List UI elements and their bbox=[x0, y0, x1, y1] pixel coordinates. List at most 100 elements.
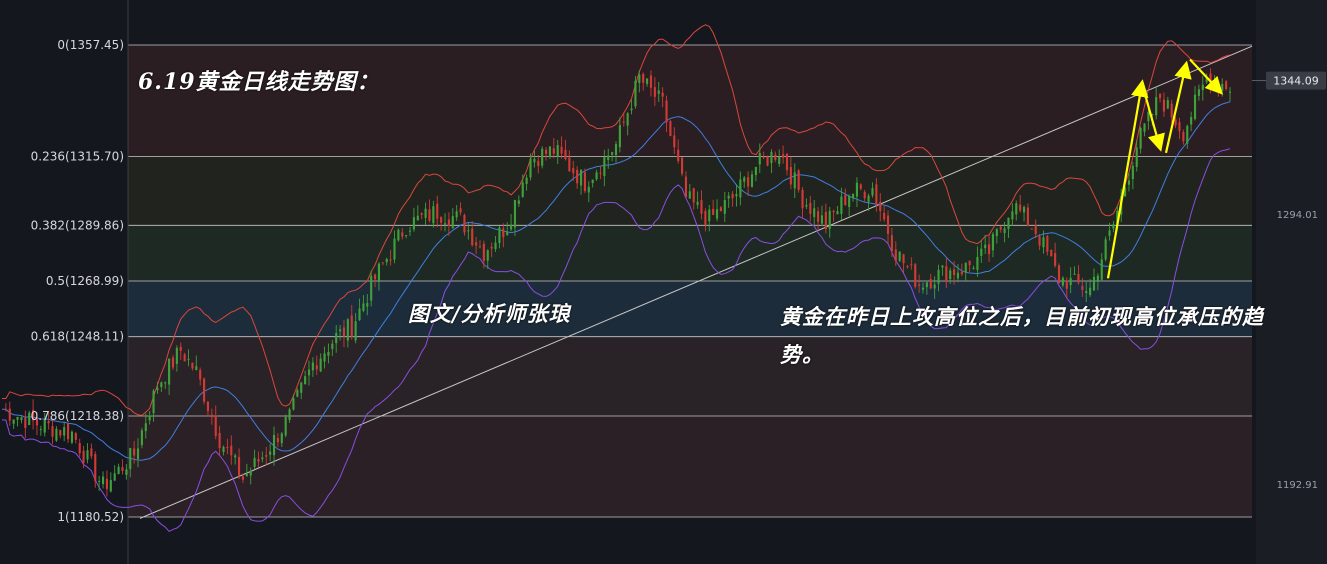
candle-body bbox=[1155, 97, 1158, 116]
candle bbox=[1050, 249, 1053, 257]
candle-body bbox=[933, 284, 936, 289]
candle bbox=[121, 459, 124, 475]
candle-body bbox=[311, 362, 314, 371]
candle-body bbox=[696, 201, 699, 205]
candle-body bbox=[918, 284, 921, 286]
fib-zone-2 bbox=[128, 225, 1252, 281]
candle-body bbox=[1143, 123, 1146, 132]
candle-body bbox=[490, 246, 493, 249]
candle-body bbox=[1057, 265, 1061, 284]
candle-body bbox=[793, 172, 796, 189]
candle-body bbox=[700, 200, 703, 214]
candle-body bbox=[416, 215, 419, 221]
candle bbox=[117, 463, 120, 475]
candle-body bbox=[766, 156, 769, 166]
candle-body bbox=[735, 194, 738, 197]
candle-body bbox=[541, 148, 544, 166]
candle bbox=[55, 426, 58, 442]
candle-body bbox=[984, 244, 987, 249]
candle-body bbox=[436, 203, 439, 219]
candle-body bbox=[894, 249, 897, 261]
candle-body bbox=[412, 217, 415, 230]
candle-body bbox=[611, 152, 614, 155]
candle-body bbox=[234, 455, 237, 458]
candle-body bbox=[307, 369, 311, 376]
candle-body bbox=[564, 149, 567, 160]
candle-body bbox=[863, 191, 866, 199]
candle bbox=[1057, 263, 1061, 284]
candle bbox=[59, 429, 62, 439]
candle-body bbox=[1069, 277, 1072, 286]
candle-body bbox=[630, 108, 633, 111]
candle-body bbox=[510, 224, 513, 230]
candle-body bbox=[199, 369, 202, 380]
y-tick-0: 1294.01 bbox=[1277, 210, 1318, 221]
candle-body bbox=[715, 209, 719, 219]
candle bbox=[66, 422, 70, 444]
candle-body bbox=[451, 216, 454, 229]
candle bbox=[109, 472, 112, 493]
candle-body bbox=[712, 208, 715, 215]
candle-body bbox=[1092, 276, 1096, 291]
candle-body bbox=[638, 74, 641, 84]
candle bbox=[101, 471, 105, 489]
candle-body bbox=[1003, 228, 1006, 233]
candle-body bbox=[945, 266, 948, 283]
candle-body bbox=[622, 121, 625, 123]
candle-body bbox=[105, 478, 108, 490]
analysis-comment: 黄金在昨日上攻高位之后，目前初现高位承压的趋势。 bbox=[780, 304, 1264, 367]
candle-body bbox=[342, 327, 346, 337]
candle-body bbox=[1131, 165, 1134, 179]
candle-body bbox=[855, 182, 859, 197]
candle-body bbox=[393, 238, 396, 260]
candle-body bbox=[86, 450, 89, 460]
candle bbox=[74, 431, 77, 444]
candle-body bbox=[300, 382, 303, 393]
candle-body bbox=[521, 182, 524, 197]
candle-body bbox=[12, 419, 15, 424]
candle-body bbox=[443, 223, 447, 225]
candle bbox=[20, 416, 23, 424]
fib-label-5: 0.786(1218.38) bbox=[31, 409, 124, 423]
candle-body bbox=[513, 200, 517, 228]
candle-body bbox=[953, 269, 956, 276]
candle-body bbox=[583, 172, 586, 192]
candle-body bbox=[599, 172, 602, 174]
candle bbox=[8, 401, 11, 426]
candle-body bbox=[980, 248, 983, 256]
candle-body bbox=[486, 250, 489, 261]
candle-body bbox=[405, 235, 408, 237]
candle-body bbox=[824, 211, 827, 230]
candle-body bbox=[1174, 119, 1177, 126]
candle-body bbox=[1073, 273, 1076, 275]
candle-body bbox=[883, 213, 886, 220]
candle-body bbox=[284, 417, 287, 436]
candle-body bbox=[373, 274, 377, 280]
candle-body bbox=[51, 426, 54, 437]
candle-body bbox=[20, 417, 23, 421]
candle-body bbox=[1147, 111, 1150, 122]
candle-body bbox=[747, 177, 750, 187]
candle-body bbox=[579, 170, 583, 186]
candle-body bbox=[424, 208, 427, 218]
candle-body bbox=[1065, 280, 1068, 289]
candle-body bbox=[548, 146, 552, 157]
candle-body bbox=[59, 430, 62, 436]
candle-body bbox=[354, 321, 357, 341]
candle-body bbox=[160, 382, 163, 388]
candle-body bbox=[327, 351, 330, 356]
candle-body bbox=[206, 401, 210, 411]
candle-body bbox=[886, 215, 890, 234]
candle-body bbox=[1112, 224, 1115, 229]
candle-body bbox=[1162, 99, 1166, 112]
candle-body bbox=[494, 242, 497, 250]
candle-body bbox=[1158, 93, 1162, 99]
candle-body bbox=[603, 156, 606, 177]
candle-body bbox=[529, 158, 532, 178]
candle-body bbox=[1085, 291, 1088, 293]
candle-body bbox=[1096, 275, 1099, 281]
candle-body bbox=[770, 151, 773, 164]
candle bbox=[86, 443, 89, 464]
candle-body bbox=[164, 382, 167, 384]
candle-body bbox=[995, 229, 998, 237]
